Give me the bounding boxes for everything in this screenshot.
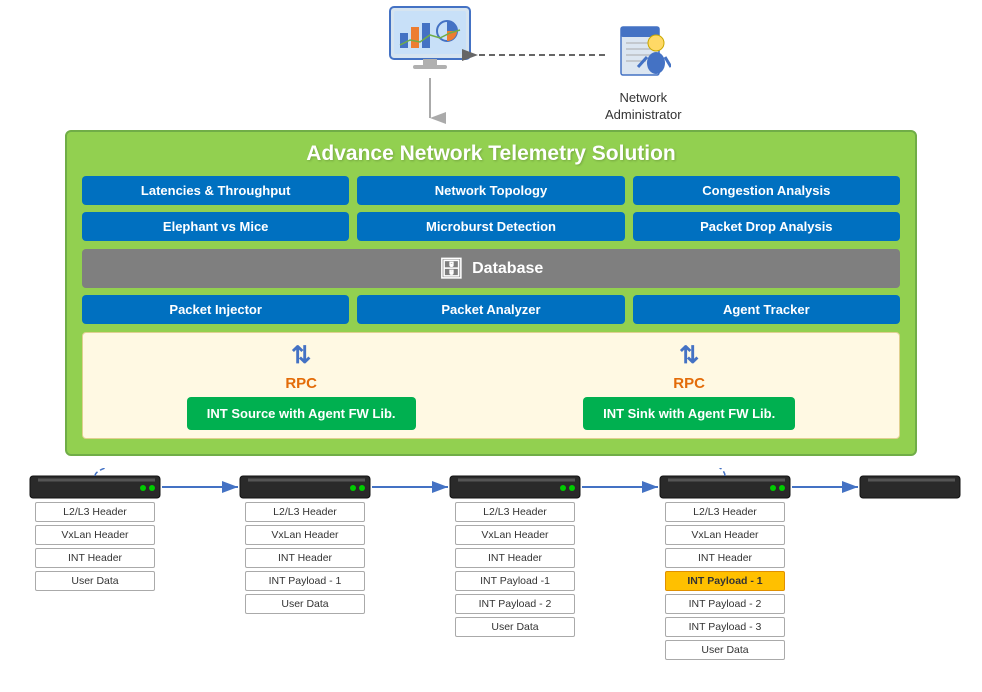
btn-int-sink[interactable]: INT Sink with Agent FW Lib. (583, 397, 795, 430)
switch-3-packets: L2/L3 Header VxLan Header INT Header INT… (450, 502, 580, 637)
switch-1-packets: L2/L3 Header VxLan Header INT Header Use… (30, 502, 160, 591)
pkt-card: VxLan Header (455, 525, 575, 545)
pkt-card: L2/L3 Header (455, 502, 575, 522)
pkt-card: INT Header (245, 548, 365, 568)
rpc-arrow-left: ⇅ (291, 341, 311, 370)
pkt-card: User Data (665, 640, 785, 660)
pkt-card: VxLan Header (665, 525, 785, 545)
rpc-label-left: RPC (285, 375, 317, 392)
pkt-card: INT Payload - 3 (665, 617, 785, 637)
buttons-row-3: Packet Injector Packet Analyzer Agent Tr… (82, 295, 900, 324)
btn-packet-analyzer[interactable]: Packet Analyzer (357, 295, 624, 324)
btn-microburst[interactable]: Microburst Detection (357, 212, 624, 241)
pkt-card: VxLan Header (35, 525, 155, 545)
pkt-card: INT Header (665, 548, 785, 568)
pkt-card: L2/L3 Header (665, 502, 785, 522)
database-row: 🗄 Database (82, 249, 900, 288)
switch-2-packets: L2/L3 Header VxLan Header INT Header INT… (240, 502, 370, 614)
pkt-card: INT Payload - 1 (245, 571, 365, 591)
pkt-card: INT Payload -1 (455, 571, 575, 591)
fw-section-left: ⇅ RPC INT Source with Agent FW Lib. (187, 341, 416, 430)
pkt-card: INT Header (35, 548, 155, 568)
pkt-card: VxLan Header (245, 525, 365, 545)
pkt-card: User Data (35, 571, 155, 591)
fw-row: ⇅ RPC INT Source with Agent FW Lib. ⇅ RP… (82, 332, 900, 439)
buttons-row-1: Latencies & Throughput Network Topology … (82, 176, 900, 205)
database-label: Database (472, 260, 543, 278)
switch-4-packets: L2/L3 Header VxLan Header INT Header INT… (660, 502, 790, 660)
pkt-card: INT Payload - 2 (665, 594, 785, 614)
main-title: Advance Network Telemetry Solution (82, 142, 900, 166)
pkt-card: INT Header (455, 548, 575, 568)
network-diagram: L2/L3 Header VxLan Header INT Header Use… (0, 468, 982, 688)
btn-agent-tracker[interactable]: Agent Tracker (633, 295, 900, 324)
pkt-card: L2/L3 Header (245, 502, 365, 522)
btn-network-topology[interactable]: Network Topology (357, 176, 624, 205)
rpc-arrow-right: ⇅ (679, 341, 699, 370)
admin-to-monitor-arrow (0, 0, 982, 130)
main-box: Advance Network Telemetry Solution Laten… (65, 130, 917, 456)
pkt-card-highlighted: INT Payload - 1 (665, 571, 785, 591)
btn-int-source[interactable]: INT Source with Agent FW Lib. (187, 397, 416, 430)
fw-section-right: ⇅ RPC INT Sink with Agent FW Lib. (583, 341, 795, 430)
pkt-card: INT Payload - 2 (455, 594, 575, 614)
btn-congestion[interactable]: Congestion Analysis (633, 176, 900, 205)
database-icon: 🗄 (439, 256, 464, 281)
btn-elephant[interactable]: Elephant vs Mice (82, 212, 349, 241)
buttons-row-2: Elephant vs Mice Microburst Detection Pa… (82, 212, 900, 241)
pkt-card: User Data (455, 617, 575, 637)
pkt-card: L2/L3 Header (35, 502, 155, 522)
btn-packet-injector[interactable]: Packet Injector (82, 295, 349, 324)
btn-packet-drop[interactable]: Packet Drop Analysis (633, 212, 900, 241)
pkt-card: User Data (245, 594, 365, 614)
rpc-label-right: RPC (673, 375, 705, 392)
btn-latencies[interactable]: Latencies & Throughput (82, 176, 349, 205)
